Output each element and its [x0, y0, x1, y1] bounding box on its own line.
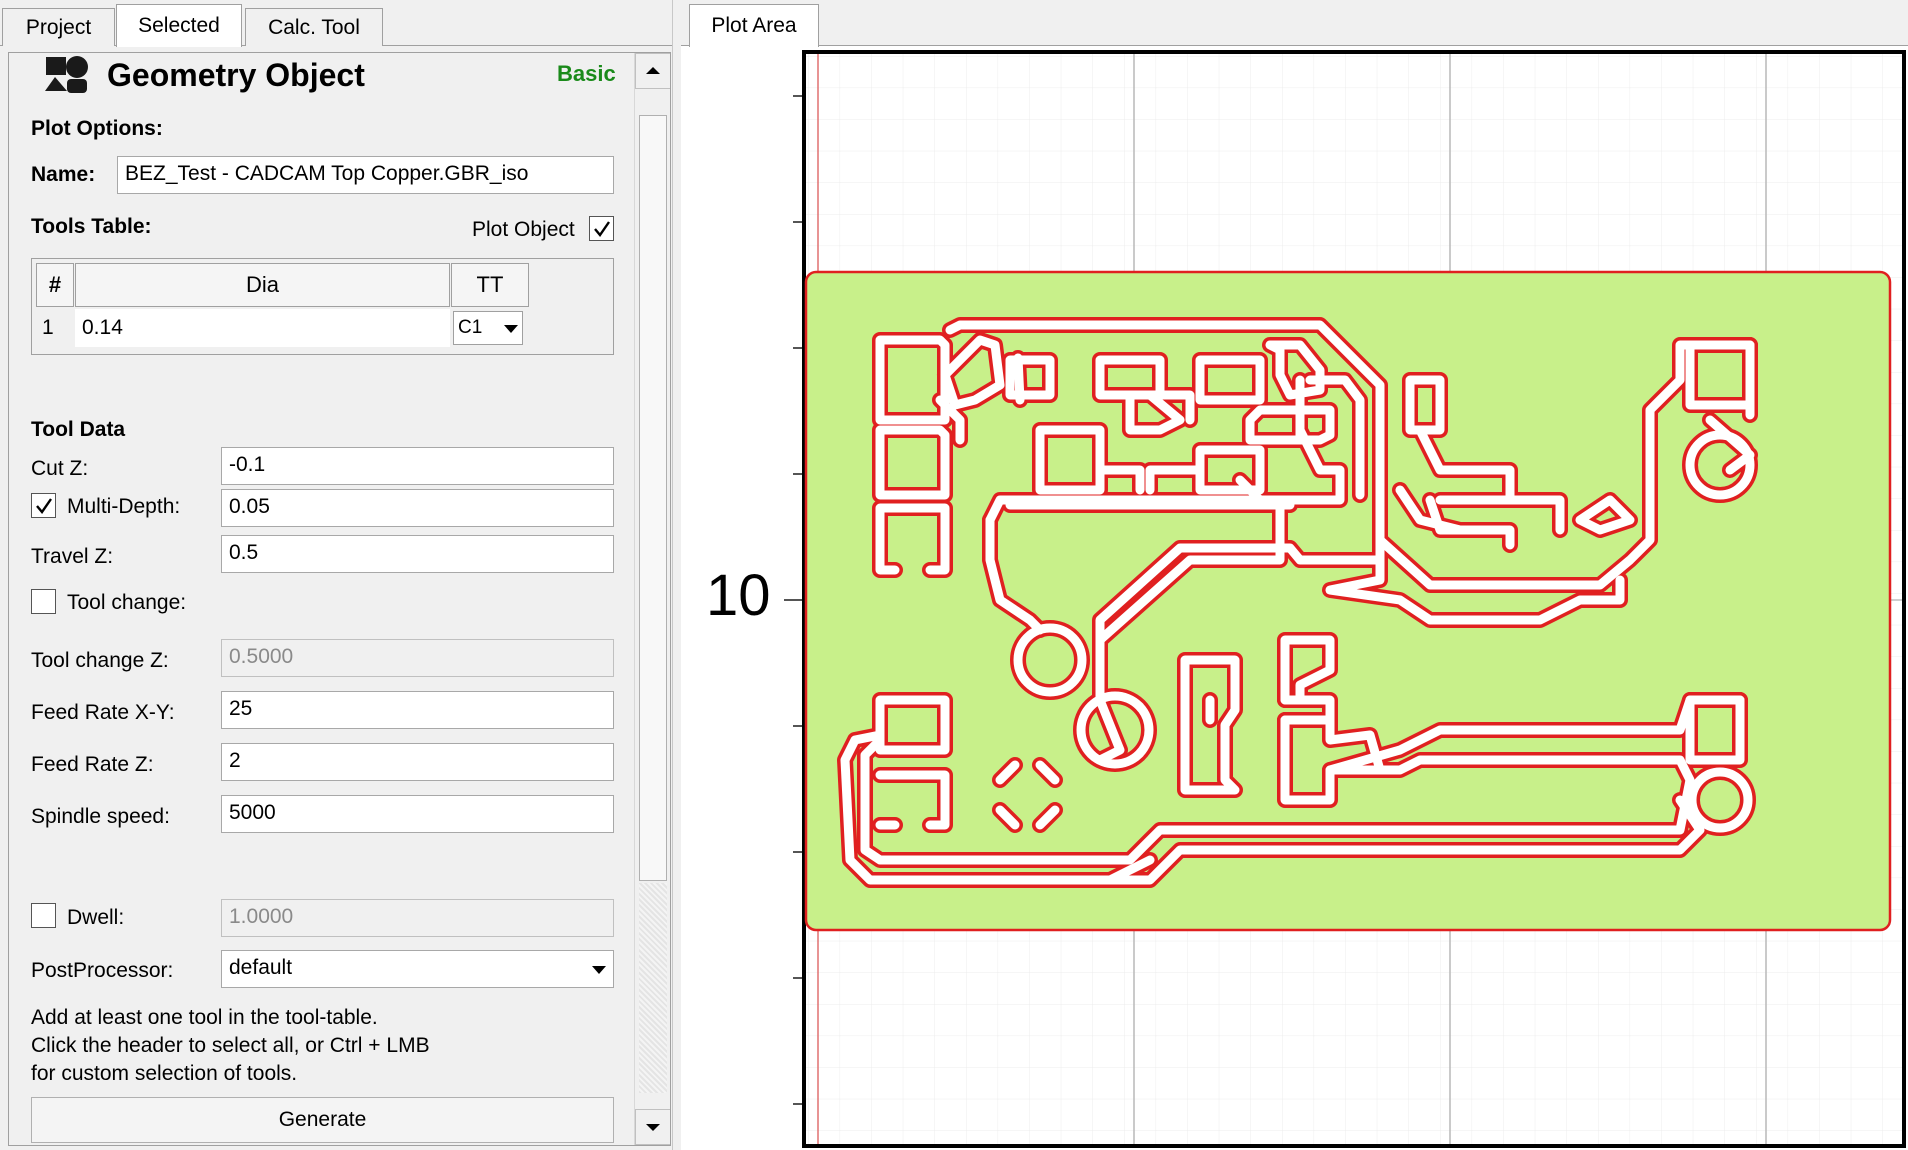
- travel-z-input[interactable]: 0.5: [221, 535, 614, 573]
- chevron-down-icon: [592, 966, 606, 974]
- generate-button-label: Generate: [278, 1108, 367, 1131]
- tab-project-label: Project: [25, 15, 92, 39]
- header-number-label: #: [48, 272, 62, 297]
- panel-scrollbar[interactable]: [634, 53, 670, 1145]
- scrollbar-track[interactable]: [639, 883, 667, 1093]
- properties-content: Geometry Object Basic Plot Options: Name…: [9, 53, 634, 1145]
- geometry-object-icon: [45, 56, 88, 93]
- postprocessor-value: default: [229, 956, 293, 979]
- tool-change-z-input[interactable]: 0.5000: [221, 639, 614, 677]
- help-text-line-1: Add at least one tool in the tool-table.: [31, 1006, 378, 1029]
- scroll-up-button[interactable]: [635, 53, 670, 89]
- row-number: 1: [42, 316, 54, 339]
- dwell-label: Dwell:: [67, 906, 125, 929]
- tab-plot-area-label: Plot Area: [711, 14, 797, 37]
- multi-depth-checkbox[interactable]: [31, 493, 56, 518]
- left-tab-bar: Project Selected Calc. Tool: [0, 0, 680, 47]
- scroll-down-button[interactable]: [635, 1109, 670, 1145]
- scrollbar-thumb[interactable]: [639, 115, 667, 881]
- plot-object-checkbox[interactable]: [589, 216, 614, 241]
- feed-rate-z-label: Feed Rate Z:: [31, 753, 154, 776]
- feed-rate-xy-label: Feed Rate X-Y:: [31, 701, 175, 724]
- travel-z-label: Travel Z:: [31, 545, 114, 568]
- cut-z-label: Cut Z:: [31, 457, 89, 480]
- name-label: Name:: [31, 163, 96, 186]
- multi-depth-label: Multi-Depth:: [67, 495, 181, 518]
- check-icon: [594, 221, 610, 237]
- spindle-speed-label: Spindle speed:: [31, 805, 170, 828]
- object-title: Geometry Object: [107, 57, 365, 93]
- name-input[interactable]: BEZ_Test - CADCAM Top Copper.GBR_iso: [117, 156, 614, 194]
- column-header-number[interactable]: #: [36, 263, 74, 307]
- plot-object-label: Plot Object: [472, 218, 575, 241]
- plot-canvas[interactable]: 10: [681, 46, 1908, 1150]
- spindle-speed-input[interactable]: 5000: [221, 795, 614, 833]
- tool-change-label: Tool change:: [67, 591, 187, 614]
- tool-change-checkbox[interactable]: [31, 589, 56, 614]
- tab-calc-tool-label: Calc. Tool: [268, 15, 360, 39]
- tool-type-value: C1: [458, 317, 483, 338]
- tab-selected[interactable]: Selected: [116, 4, 242, 47]
- help-text-line-3: for custom selection of tools.: [31, 1062, 298, 1085]
- cut-z-input[interactable]: -0.1: [221, 447, 614, 485]
- postprocessor-label: PostProcessor:: [31, 959, 174, 982]
- y-axis-ticks: [784, 95, 802, 1105]
- multi-depth-input[interactable]: 0.05: [221, 489, 614, 527]
- plot-options-heading: Plot Options:: [31, 117, 163, 140]
- right-tab-bar: Plot Area: [681, 0, 1908, 47]
- arrow-down-icon: [646, 1124, 660, 1131]
- feed-rate-xy-input[interactable]: 25: [221, 691, 614, 729]
- tab-project[interactable]: Project: [2, 8, 115, 46]
- tab-plot-area[interactable]: Plot Area: [689, 4, 819, 47]
- column-header-tt[interactable]: TT: [451, 263, 529, 307]
- generate-button[interactable]: Generate: [31, 1097, 614, 1143]
- help-text-line-2: Click the header to select all, or Ctrl …: [31, 1034, 430, 1057]
- tool-type-select[interactable]: C1: [453, 311, 523, 345]
- tools-table-label: Tools Table:: [31, 215, 152, 238]
- mode-label[interactable]: Basic: [557, 59, 616, 89]
- dwell-checkbox[interactable]: [31, 903, 56, 928]
- tool-dia-cell[interactable]: 0.14: [75, 309, 450, 347]
- postprocessor-select[interactable]: default: [221, 950, 614, 988]
- feed-rate-z-input[interactable]: 2: [221, 743, 614, 781]
- header-dia-label: Dia: [245, 272, 279, 297]
- y-axis-label: 10: [706, 563, 771, 628]
- arrow-up-icon: [646, 67, 660, 74]
- dwell-input[interactable]: 1.0000: [221, 899, 614, 937]
- tab-calc-tool[interactable]: Calc. Tool: [245, 8, 383, 46]
- column-header-dia[interactable]: Dia: [75, 263, 450, 307]
- panel-splitter[interactable]: [672, 0, 680, 1150]
- tool-data-heading: Tool Data: [31, 418, 126, 441]
- check-icon: [36, 498, 52, 514]
- chevron-down-icon: [504, 325, 518, 333]
- properties-panel: Geometry Object Basic Plot Options: Name…: [8, 52, 671, 1146]
- tab-selected-label: Selected: [138, 14, 220, 37]
- tools-table[interactable]: # Dia TT 1 0.14 C1: [31, 258, 614, 355]
- tool-change-z-label: Tool change Z:: [31, 649, 169, 672]
- plot-svg[interactable]: 10: [681, 46, 1908, 1150]
- header-tt-label: TT: [476, 272, 504, 297]
